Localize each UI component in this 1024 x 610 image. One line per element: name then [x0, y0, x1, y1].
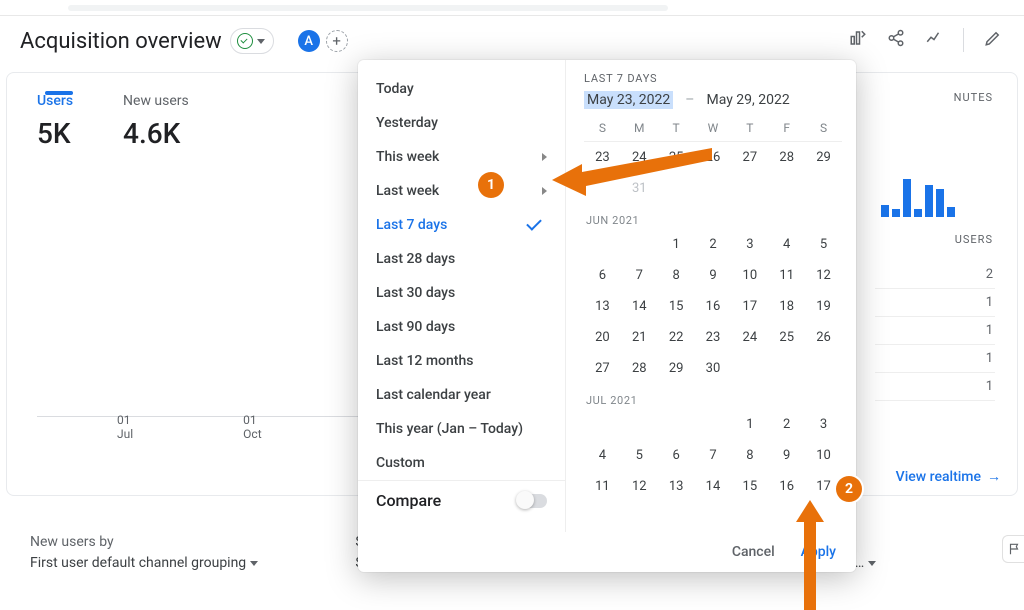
calendar-panel: LAST 7 DAYS May 23, 2022 – May 29, 2022 …: [566, 60, 856, 532]
share-icon[interactable]: [887, 29, 905, 51]
chevron-down-icon: [257, 39, 265, 44]
preset-last-12-months[interactable]: Last 12 months: [358, 344, 565, 378]
realtime-heading-fragment: NUTES: [954, 91, 993, 104]
page-header: Acquisition overview A + Today Yesterday…: [0, 16, 1024, 66]
header-toolbar: [849, 28, 1002, 52]
preset-last-30-days[interactable]: Last 30 days: [358, 276, 565, 310]
arrow-right-icon: →: [987, 468, 1001, 485]
audience-chip[interactable]: A: [298, 30, 320, 52]
card-new-users-by[interactable]: New users by First user default channel …: [30, 532, 343, 574]
calendar-month-jul: JUL 2021: [584, 384, 842, 409]
preset-last-calendar-year[interactable]: Last calendar year: [358, 378, 565, 412]
status-chip[interactable]: [230, 28, 274, 54]
search-bar-placeholder[interactable]: [68, 5, 668, 11]
calendar-grid-jun[interactable]: 1234567891011121314151617181920212223242…: [584, 229, 842, 384]
annotation-badge-2: 2: [836, 476, 862, 502]
compare-toggle-row: Compare: [358, 480, 565, 520]
chevron-right-icon: [542, 153, 547, 161]
preset-custom[interactable]: Custom: [358, 446, 565, 480]
add-comparison-button[interactable]: +: [326, 30, 348, 52]
toolbar-separator: [963, 28, 964, 52]
calendar-month-jun: JUN 2021: [584, 204, 842, 229]
preset-this-week[interactable]: This week: [358, 140, 565, 174]
page-title: Acquisition overview: [20, 29, 222, 54]
axis-tick-2: 01Oct: [243, 413, 261, 441]
cancel-button[interactable]: Cancel: [732, 544, 775, 560]
range-label: LAST 7 DAYS: [584, 72, 842, 85]
metric-users[interactable]: Users 5K: [37, 93, 73, 150]
preset-last-28-days[interactable]: Last 28 days: [358, 242, 565, 276]
range-start[interactable]: May 23, 2022: [584, 91, 673, 109]
axis-tick-1: 01Jul: [117, 413, 133, 441]
compare-label: Compare: [376, 491, 441, 510]
annotation-arrow-1: [552, 140, 722, 200]
users-column-label: USERS: [955, 233, 993, 246]
view-realtime-link[interactable]: View realtime→: [896, 468, 1001, 485]
preset-last-90-days[interactable]: Last 90 days: [358, 310, 565, 344]
customize-report-icon[interactable]: [849, 29, 867, 51]
feedback-flag-icon[interactable]: [1002, 535, 1024, 563]
annotation-badge-1: 1: [478, 172, 504, 198]
app-topbar: [0, 0, 1024, 16]
preset-today[interactable]: Today: [358, 72, 565, 106]
checkmark-icon: [237, 33, 253, 49]
preset-last-7-days[interactable]: Last 7 days: [358, 208, 565, 242]
range-values: May 23, 2022 – May 29, 2022: [584, 91, 842, 109]
preset-this-year[interactable]: This year (Jan – Today): [358, 412, 565, 446]
insights-icon[interactable]: [925, 29, 943, 51]
metric-active-indicator: [45, 91, 73, 95]
annotation-arrow-2: [790, 500, 830, 610]
realtime-bar-chart: [881, 173, 955, 217]
preset-yesterday[interactable]: Yesterday: [358, 106, 565, 140]
edit-icon[interactable]: [984, 29, 1002, 51]
range-end[interactable]: May 29, 2022: [706, 92, 789, 108]
preset-last-week[interactable]: Last week: [358, 174, 565, 208]
chevron-right-icon: [542, 187, 547, 195]
chevron-down-icon: [868, 561, 876, 566]
calendar-grid-jul[interactable]: 1234567891011121314151617: [584, 409, 842, 502]
popover-actions: Cancel Apply: [358, 532, 856, 572]
realtime-user-list: 2 1 1 1 1: [875, 261, 995, 401]
compare-switch[interactable]: [517, 494, 547, 508]
date-range-popover: Today Yesterday This week Last week Last…: [358, 60, 856, 572]
chevron-down-icon: [250, 561, 258, 566]
range-dash: –: [685, 92, 694, 108]
preset-list: Today Yesterday This week Last week Last…: [358, 60, 566, 532]
calendar-dow-header: SMTWTFS: [584, 121, 842, 142]
selected-check-icon: [526, 215, 542, 231]
metric-new-users[interactable]: New users 4.6K: [123, 93, 189, 150]
